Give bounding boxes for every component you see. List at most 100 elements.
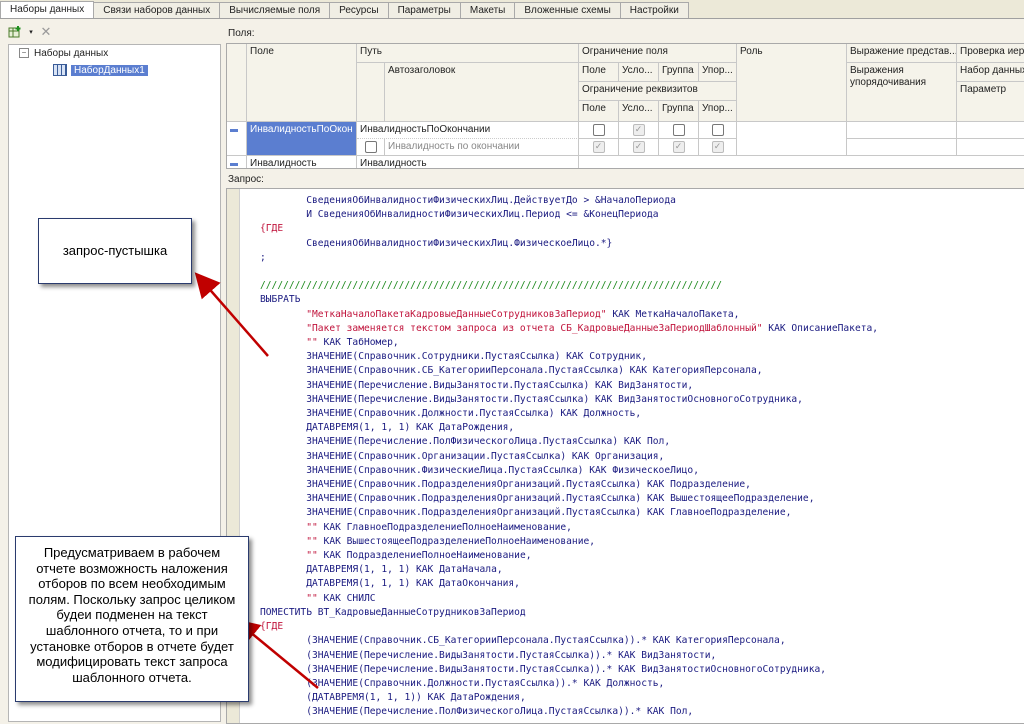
query-code[interactable]: СведенияОбИнвалидностиФизическихЛиц.Дейс… [260,194,878,720]
req-field-checkbox[interactable]: ✓ [592,141,605,153]
code-line[interactable]: ЗНАЧЕНИЕ(Справочник.ПодразделенияОрганиз… [260,478,878,492]
col-req-group[interactable]: Группа [659,101,699,122]
code-line[interactable]: "" КАК ГлавноеПодразделениеПолноеНаимено… [260,521,878,535]
col-expr-order-header[interactable]: Выражения упорядочивания [847,63,957,122]
col-restr-cond[interactable]: Усло... [619,63,659,82]
code-line[interactable]: ДАТАВРЕМЯ(1, 1, 1) КАК ДатаОкончания, [260,577,878,591]
tab-0[interactable]: Наборы данных [0,1,95,18]
query-editor[interactable]: СведенияОбИнвалидностиФизическихЛиц.Дейс… [226,188,1024,724]
code-line[interactable]: ЗНАЧЕНИЕ(Справочник.ПодразделенияОрганиз… [260,492,878,506]
row2-field[interactable]: Инвалидность [247,156,357,168]
code-line[interactable]: {ГДЕ [260,222,878,236]
code-line[interactable]: ЗНАЧЕНИЕ(Справочник.Организации.ПустаяСс… [260,450,878,464]
col-restr-group[interactable]: Группа [659,63,699,82]
col-restriction-req-header[interactable]: Ограничение реквизитов [579,82,737,101]
row1-check-set[interactable] [957,122,1024,139]
code-line[interactable]: "" КАК ПодразделениеПолноеНаименование, [260,549,878,563]
col-restr-order[interactable]: Упор... [699,63,737,82]
code-line[interactable]: "" КАК СНИЛС [260,592,878,606]
tab-7[interactable]: Настройки [619,2,689,18]
req-order-checkbox[interactable]: ✓ [711,141,724,153]
row1-field[interactable]: ИнвалидностьПоОкон [247,122,357,156]
row1-expr-order[interactable] [847,139,957,156]
col-restriction-header[interactable]: Ограничение поля [579,44,737,63]
code-line[interactable]: "" КАК ТабНомер, [260,336,878,350]
row1-req-group[interactable]: ✓ [659,139,699,156]
tree-item-dataset1[interactable]: НаборДанных1 [53,64,148,78]
chevron-down-icon[interactable]: ▾ [28,25,34,39]
code-line[interactable]: ЗНАЧЕНИЕ(Справочник.ПодразделенияОрганиз… [260,506,878,520]
restr-group-checkbox[interactable] [672,124,685,136]
tab-3[interactable]: Ресурсы [329,2,389,18]
code-line[interactable]: "МеткаНачалоПакетаКадровыеДанныеСотрудни… [260,308,878,322]
col-check-param-header[interactable]: Параметр [957,82,1024,122]
code-line[interactable]: ЗНАЧЕНИЕ(Справочник.СБ_КатегорииПерсонал… [260,364,878,378]
tab-1[interactable]: Связи наборов данных [93,2,221,18]
col-expr-repr-header[interactable]: Выражение представ... [847,44,957,63]
code-line[interactable]: ЗНАЧЕНИЕ(Справочник.Сотрудники.ПустаяСсы… [260,350,878,364]
restr-cond-checkbox[interactable]: ✓ [632,124,645,136]
delete-icon[interactable]: ✕ [38,24,54,39]
col-restr-field[interactable]: Поле [579,63,619,82]
col-check-header[interactable]: Проверка иер [957,44,1024,63]
tab-2[interactable]: Вычисляемые поля [219,2,331,18]
code-line[interactable]: СведенияОбИнвалидностиФизическихЛиц.Физи… [260,237,878,251]
row1-restr-cond[interactable]: ✓ [619,122,659,139]
row1-req-order[interactable]: ✓ [699,139,737,156]
code-line[interactable]: ПОМЕСТИТЬ ВТ_КадровыеДанныеСотрудниковЗа… [260,606,878,620]
col-path-header[interactable]: Путь [357,44,579,63]
code-line[interactable]: {ГДЕ [260,620,878,634]
col-req-order[interactable]: Упор... [699,101,737,122]
row1-restr-order[interactable] [699,122,737,139]
tab-6[interactable]: Вложенные схемы [514,2,621,18]
col-check-set-header[interactable]: Набор данных [957,63,1024,82]
code-line[interactable]: (ЗНАЧЕНИЕ(Справочник.Должности.ПустаяСсы… [260,677,878,691]
row1-restr-field[interactable] [579,122,619,139]
code-line[interactable]: "" КАК ВышестоящееПодразделениеПолноеНаи… [260,535,878,549]
code-line[interactable]: (ЗНАЧЕНИЕ(Перечисление.ВидыЗанятости.Пус… [260,649,878,663]
restr-order-checkbox[interactable] [711,124,724,136]
row1-req-cond[interactable]: ✓ [619,139,659,156]
tab-4[interactable]: Параметры [387,2,461,18]
col-req-cond[interactable]: Усло... [619,101,659,122]
req-cond-checkbox[interactable]: ✓ [632,141,645,153]
req-group-checkbox[interactable]: ✓ [672,141,685,153]
code-line[interactable]: И СведенияОбИнвалидностиФизическихЛиц.Пе… [260,208,878,222]
code-line[interactable]: ////////////////////////////////////////… [260,279,878,293]
col-role-header[interactable]: Роль [737,44,847,122]
col-autotitle-header[interactable]: Автозаголовок [385,63,579,122]
row1-expr-repr[interactable] [847,122,957,139]
code-line[interactable]: ЗНАЧЕНИЕ(Справочник.Должности.ПустаяСсыл… [260,407,878,421]
code-line[interactable]: (ДАТАВРЕМЯ(1, 1, 1)) КАК ДатаРождения, [260,691,878,705]
code-line[interactable]: (ЗНАЧЕНИЕ(Перечисление.ВидыЗанятости.Пус… [260,663,878,677]
restr-field-checkbox[interactable] [592,124,605,136]
row1-title[interactable]: Инвалидность по окончании [385,139,579,156]
code-line[interactable]: ВЫБРАТЬ [260,293,878,307]
row1-restr-group[interactable] [659,122,699,139]
code-line[interactable]: ДАТАВРЕМЯ(1, 1, 1) КАК ДатаНачала, [260,563,878,577]
code-line[interactable]: ; [260,251,878,265]
code-line[interactable]: ДАТАВРЕМЯ(1, 1, 1) КАК ДатаРождения, [260,421,878,435]
code-line[interactable]: ЗНАЧЕНИЕ(Справочник.ФизическиеЛица.Пуста… [260,464,878,478]
tree-item-root[interactable]: − Наборы данных [19,47,108,61]
row1-check-param[interactable] [957,139,1024,156]
row1-req-field[interactable]: ✓ [579,139,619,156]
code-line[interactable]: "Пакет заменяется текстом запроса из отч… [260,322,878,336]
add-dataset-icon[interactable] [8,25,24,39]
code-line[interactable]: (ЗНАЧЕНИЕ(Перечисление.ПолФизическогоЛиц… [260,705,878,719]
code-line[interactable]: ЗНАЧЕНИЕ(Перечисление.ВидыЗанятости.Пуст… [260,393,878,407]
code-line[interactable]: (ЗНАЧЕНИЕ(Справочник.СБ_КатегорииПерсона… [260,634,878,648]
code-line[interactable]: ЗНАЧЕНИЕ(Перечисление.ПолФизическогоЛица… [260,435,878,449]
row2-path[interactable]: Инвалидность [357,156,579,168]
collapse-icon[interactable]: − [19,48,29,59]
row1-autotitle-check[interactable] [357,139,385,156]
code-line[interactable] [260,265,878,279]
row1-role[interactable] [737,122,847,156]
row1-path[interactable]: ИнвалидностьПоОкончании [357,122,579,139]
code-line[interactable]: СведенияОбИнвалидностиФизическихЛиц.Дейс… [260,194,878,208]
tab-5[interactable]: Макеты [459,2,516,18]
col-field-header[interactable]: Поле [247,44,357,122]
col-req-field[interactable]: Поле [579,101,619,122]
code-line[interactable]: ЗНАЧЕНИЕ(Перечисление.ВидыЗанятости.Пуст… [260,379,878,393]
autotitle-checkbox[interactable] [364,141,377,153]
